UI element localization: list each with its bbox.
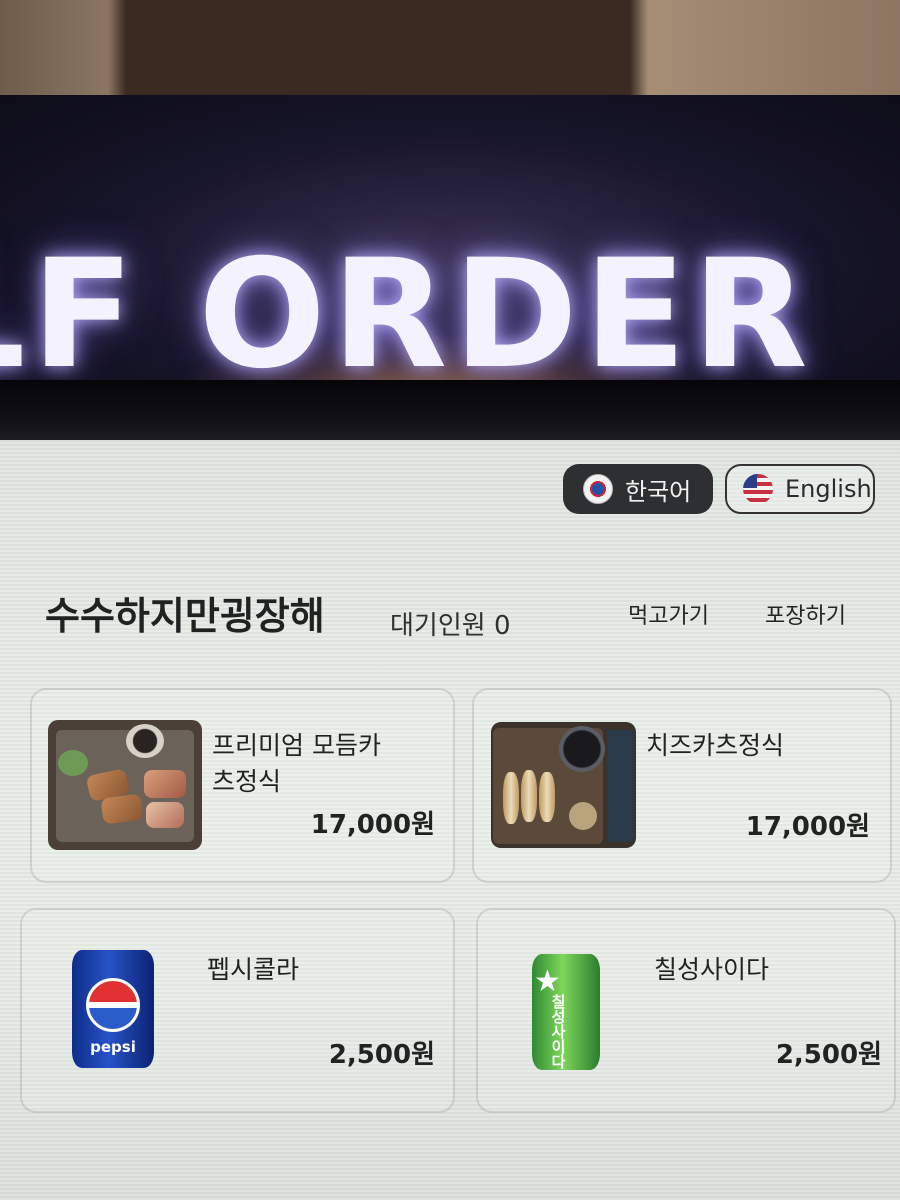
item-name: 칠성사이다	[654, 955, 770, 984]
cutlet-piece	[144, 770, 186, 798]
store-name: 수수하지만굉장해	[45, 594, 325, 638]
eat-in-button[interactable]: 먹고가기	[628, 598, 709, 630]
soup-bowl	[559, 726, 605, 772]
cutlet-piece	[503, 772, 519, 824]
cheese-cutlet-set-photo	[491, 722, 636, 848]
item-name: 치즈카츠정식	[646, 731, 785, 760]
korean-language-button[interactable]: 한국어	[563, 464, 713, 514]
english-language-label: English	[785, 475, 872, 503]
wall-background	[0, 0, 900, 100]
can-label: 칠성사이다	[549, 994, 567, 1069]
kiosk-screen: 한국어 English 수수하지만굉장해 대기인원 0 먹고가기 포장하기 프리…	[0, 440, 900, 1200]
menu-item-chilsung-cider[interactable]: ★ 칠성사이다 칠성사이다 2,500원	[476, 908, 896, 1113]
item-price: 17,000원	[745, 812, 870, 842]
side-dish	[569, 802, 597, 830]
item-price: 2,500원	[328, 1040, 435, 1070]
menu-item-cheese-cutlet-set[interactable]: 치즈카츠정식 17,000원	[472, 688, 892, 883]
item-price: 2,500원	[775, 1040, 882, 1070]
takeout-button[interactable]: 포장하기	[765, 598, 846, 630]
item-name: 펩시콜라	[207, 955, 300, 984]
item-name: 프리미엄 모듬카 츠정식	[212, 731, 381, 796]
pork-cutlet-set-photo	[48, 720, 202, 850]
sauce-bowl	[126, 724, 164, 758]
item-price: 17,000원	[310, 810, 435, 840]
kiosk-bezel	[0, 380, 900, 440]
menu-item-premium-cutlet-set[interactable]: 프리미엄 모듬카 츠정식 17,000원	[30, 688, 455, 883]
can-label: pepsi	[90, 1038, 136, 1056]
pepsi-can-icon: pepsi	[72, 950, 154, 1068]
cutlet-piece	[521, 770, 537, 822]
cider-can-icon: ★ 칠성사이다	[532, 954, 600, 1070]
cutlet-piece	[539, 772, 555, 822]
sign-text: LF ORDER	[0, 228, 814, 380]
cutlet-piece	[146, 802, 184, 828]
drink-pack	[607, 730, 633, 842]
salad	[58, 750, 88, 776]
english-language-button[interactable]: English	[725, 464, 875, 514]
waiting-count: 대기인원 0	[390, 611, 511, 641]
self-order-sign: LF ORDER	[0, 95, 900, 380]
menu-item-pepsi[interactable]: pepsi 펩시콜라 2,500원	[20, 908, 455, 1113]
korea-flag-icon	[583, 474, 613, 504]
korean-language-label: 한국어	[625, 477, 692, 506]
pepsi-logo-icon	[86, 978, 140, 1032]
us-flag-icon	[743, 474, 773, 504]
